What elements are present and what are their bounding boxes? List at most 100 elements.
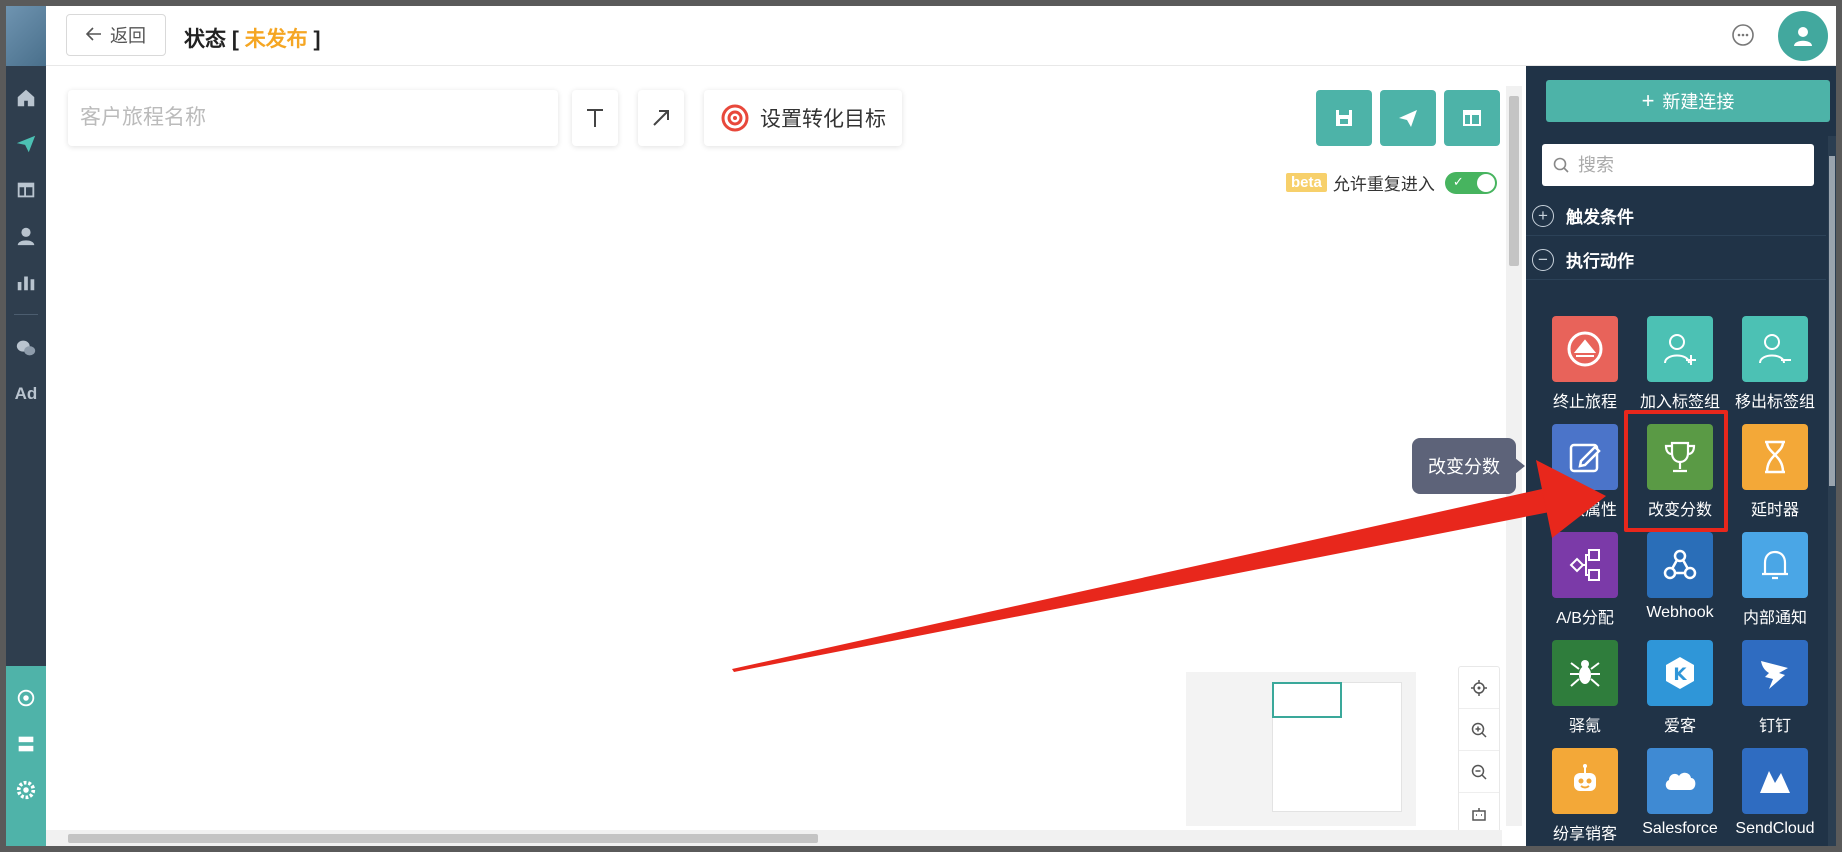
k-icon: K (1647, 640, 1713, 706)
gear-icon[interactable] (6, 770, 46, 810)
zoom-toolbar (1458, 666, 1500, 836)
zoom-in-icon (1471, 722, 1487, 738)
edit-icon (1552, 424, 1618, 490)
action-dingtalk[interactable]: 钉钉 (1728, 640, 1822, 740)
action-modify-attribute[interactable]: 修改属性 (1538, 424, 1632, 524)
paper-plane-icon (1399, 110, 1417, 127)
text-tool-button[interactable] (572, 90, 618, 146)
zoom-out-icon (1471, 764, 1487, 780)
search-icon (1553, 157, 1569, 173)
action-add-tag-group[interactable]: 加入标签组 (1633, 316, 1727, 416)
action-yike[interactable]: 驿氪 (1538, 640, 1632, 740)
action-label: 纷享销客 (1552, 826, 1617, 843)
bar-chart-icon[interactable] (6, 262, 46, 302)
user-plus-icon (1647, 316, 1713, 382)
action-webhook[interactable]: Webhook (1633, 532, 1727, 632)
new-connection-button[interactable]: + 新建连接 (1546, 80, 1830, 122)
user-avatar-icon (1794, 27, 1812, 46)
home-icon[interactable] (6, 78, 46, 118)
save-button[interactable] (1316, 90, 1372, 146)
auto-layout-button[interactable] (1459, 793, 1499, 835)
journey-canvas[interactable]: 设置转化目标 beta 允许重复进入 ✓ (46, 66, 1526, 846)
send-icon[interactable] (6, 124, 46, 164)
publish-button[interactable] (1380, 90, 1436, 146)
group-actions[interactable]: − 执行动作 (1526, 240, 1826, 280)
action-label: A/B分配 (1556, 610, 1614, 627)
zoom-in-button[interactable] (1459, 709, 1499, 751)
horizontal-scroll-thumb[interactable] (68, 834, 818, 843)
search-input[interactable] (1578, 154, 1798, 176)
new-connection-label: 新建连接 (1662, 92, 1735, 112)
avatar[interactable] (1778, 11, 1828, 61)
status-bracket-open: [ (231, 28, 239, 51)
journey-name-input[interactable] (68, 90, 558, 146)
vertical-scroll-thumb[interactable] (1509, 96, 1519, 266)
action-label: 延时器 (1750, 502, 1799, 519)
action-ab-split[interactable]: A/B分配 (1538, 532, 1632, 632)
app-window: Ad 返回 状态 [ 未发布 ] 客户旅程名称 设置转化目标 beta 允许重复… (6, 6, 1836, 846)
wechat-icon[interactable] (6, 328, 46, 368)
top-bar: 返回 状态 [ 未发布 ] (46, 6, 1836, 66)
reentry-setting: beta 允许重复进入 ✓ (1286, 170, 1497, 195)
back-button-label: 返回 (110, 26, 146, 46)
locate-button[interactable] (1459, 667, 1499, 709)
action-label: 移出标签组 (1734, 394, 1815, 411)
set-goal-button[interactable]: 设置转化目标 (704, 90, 902, 146)
split-icon (1552, 532, 1618, 598)
back-button[interactable]: 返回 (66, 14, 166, 56)
minimap[interactable] (1186, 672, 1416, 826)
action-internal-notify[interactable]: 内部通知 (1728, 532, 1822, 632)
target-icon[interactable] (6, 678, 46, 718)
user-icon[interactable] (6, 216, 46, 256)
cloud-icon (1647, 748, 1713, 814)
action-label: 内部通知 (1742, 610, 1807, 627)
robot-icon (1552, 748, 1618, 814)
panel-scroll-thumb[interactable] (1829, 156, 1835, 486)
panel-scrollbar[interactable] (1828, 136, 1836, 846)
group-trigger-conditions[interactable]: + 触发条件 (1526, 196, 1826, 236)
action-end-journey[interactable]: 终止旅程 (1538, 316, 1632, 416)
action-delay[interactable]: 延时器 (1728, 424, 1822, 524)
arrow-left-icon (85, 25, 102, 46)
spider-icon (1552, 640, 1618, 706)
action-label: 驿氪 (1568, 718, 1601, 735)
template-button[interactable] (1444, 90, 1500, 146)
hourglass-icon (1742, 424, 1808, 490)
arrow-tool-button[interactable] (638, 90, 684, 146)
zoom-out-button[interactable] (1459, 751, 1499, 793)
plus-icon: + (1641, 88, 1655, 113)
eject-icon (1552, 316, 1618, 382)
goal-target-icon (721, 104, 749, 132)
mountain-icon (1742, 748, 1808, 814)
action-sendcloud[interactable]: SendCloud (1728, 748, 1822, 846)
user-minus-icon (1742, 316, 1808, 382)
canvas-horizontal-scrollbar[interactable] (46, 830, 1502, 846)
action-label: 加入标签组 (1639, 394, 1720, 411)
chat-icon[interactable] (1730, 22, 1756, 48)
action-label: 钉钉 (1758, 718, 1791, 735)
status-bracket-close: ] (313, 28, 321, 51)
webhook-icon (1647, 532, 1713, 598)
minimap-viewport[interactable] (1272, 682, 1342, 718)
layout-icon[interactable] (6, 170, 46, 210)
status-label: 状态 (184, 28, 226, 51)
reentry-toggle[interactable]: ✓ (1444, 171, 1497, 194)
check-icon: ✓ (1452, 173, 1464, 189)
panel-search (1542, 144, 1814, 186)
server-icon[interactable] (6, 724, 46, 764)
beta-badge: beta (1286, 173, 1327, 192)
group-label: 执行动作 (1566, 252, 1634, 271)
action-label: Webhook (1646, 604, 1714, 621)
highlight-box (1624, 410, 1728, 532)
arrow-diagonal-icon (653, 110, 669, 126)
robot-layout-icon (1472, 808, 1486, 821)
bell-icon (1742, 532, 1808, 598)
action-salesforce[interactable]: Salesforce (1633, 748, 1727, 846)
action-fxiaoke[interactable]: 纷享销客 (1538, 748, 1632, 846)
page-title: 状态 [ 未发布 ] (184, 23, 321, 53)
status-badge: 未发布 (244, 28, 308, 51)
ad-icon[interactable]: Ad (6, 374, 46, 414)
set-goal-label: 设置转化目标 (760, 108, 886, 131)
action-remove-tag-group[interactable]: 移出标签组 (1728, 316, 1822, 416)
action-aike[interactable]: K 爱客 (1633, 640, 1727, 740)
